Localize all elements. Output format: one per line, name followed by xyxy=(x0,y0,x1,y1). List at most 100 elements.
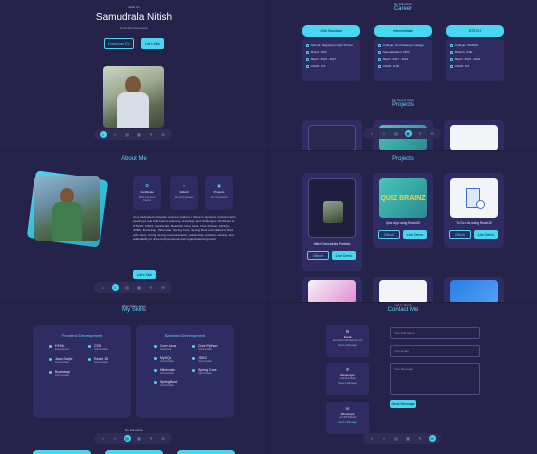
nav-contact-icon[interactable]: ✉ xyxy=(160,284,167,291)
about-bio: As a dedicated computer science student,… xyxy=(133,215,236,242)
github-button[interactable]: Github xyxy=(307,251,329,260)
project-thumb[interactable]: QUIZ BRAINZ xyxy=(379,178,427,218)
career-pill-0[interactable]: 10th Standard xyxy=(302,25,360,37)
career-pill-2[interactable]: BTECH xyxy=(446,25,504,37)
nav-skills-icon[interactable]: ✎ xyxy=(148,284,155,291)
skill-level: Experienced xyxy=(55,348,69,351)
career-item: Branch: CSE xyxy=(455,50,473,54)
nav-contact-icon[interactable]: ✉ xyxy=(160,131,167,138)
download-cv-button[interactable]: Download CV xyxy=(104,38,134,49)
message-textarea[interactable]: Your Message xyxy=(390,363,480,395)
nav-skills-icon[interactable]: ✎ xyxy=(417,435,424,442)
career-item: School: Nagarjuna High School xyxy=(311,43,353,47)
skill-level: Intermediate xyxy=(55,374,69,377)
nav-skills-icon[interactable]: ✎ xyxy=(417,130,424,137)
career-item: College: Sri Chaitanya College xyxy=(383,43,424,47)
check-icon xyxy=(192,369,195,372)
github-button[interactable]: Github xyxy=(378,230,400,239)
nav-home-icon[interactable]: ⌂ xyxy=(369,435,376,442)
check-icon xyxy=(378,43,381,47)
backend-title: Backend Development xyxy=(164,333,206,338)
nav-contact-icon[interactable]: ✉ xyxy=(428,435,436,442)
skill-level: Intermediate xyxy=(160,372,174,375)
check-icon xyxy=(154,357,157,360)
about-title: About Me xyxy=(121,156,147,162)
certificate-icon: ✪ xyxy=(145,183,149,188)
skills-title: My Skills xyxy=(122,307,146,313)
contact-card-whatsapp: ☏ WhatsApp +91 9876543210 Send a Message xyxy=(326,402,369,434)
nav-career-icon[interactable]: ▤ xyxy=(124,284,131,291)
nav-home-icon[interactable]: ⌂ xyxy=(100,435,107,442)
career-title: Career xyxy=(393,6,413,12)
skill-level: Advanced xyxy=(160,348,172,351)
name-input[interactable]: Your Full Name xyxy=(390,327,480,339)
nav-skills-icon[interactable]: ✎ xyxy=(148,131,155,138)
hero-greeting: Hello I'm xyxy=(128,5,140,9)
send-message-link[interactable]: Send a Message xyxy=(326,382,369,385)
nav-projects-icon[interactable]: ▦ xyxy=(136,435,143,442)
nav-career-icon[interactable]: ▤ xyxy=(123,435,131,442)
folder-icon: ▣ xyxy=(217,183,221,188)
send-message-button[interactable]: Send Message xyxy=(390,400,416,408)
skills-section: What Skills I Have My Skills Frontend De… xyxy=(0,303,268,454)
nav-home-icon[interactable]: ⌂ xyxy=(99,131,107,138)
career-item: Batch: 2019 - 2017 xyxy=(311,57,337,61)
check-icon xyxy=(450,43,453,47)
career-item: CGPA: 8.6 xyxy=(455,64,470,68)
about-photo xyxy=(34,176,100,241)
nav-projects-icon[interactable]: ▦ xyxy=(136,131,143,138)
live-demo-button[interactable]: Live Demo xyxy=(403,230,427,239)
nav-home-icon[interactable]: ⌂ xyxy=(369,130,376,137)
career-pill-1[interactable]: Intermediate xyxy=(374,25,432,37)
nav-about-icon[interactable]: ☺ xyxy=(112,435,119,442)
send-message-link[interactable]: Send a Message xyxy=(326,421,369,424)
check-icon xyxy=(378,50,381,54)
projects-title: Projects xyxy=(392,102,414,108)
project-card-3[interactable] xyxy=(302,277,362,302)
check-icon xyxy=(306,43,309,47)
bottom-nav: ⌂ ☺ ▤ ▦ ✎ ✉ xyxy=(94,433,172,444)
contact-title: Contact Me xyxy=(387,307,419,313)
career-item: Batch: 2019 - 2023 xyxy=(455,57,481,61)
email-input[interactable]: Your Email xyxy=(390,345,480,357)
nav-home-icon[interactable]: ⌂ xyxy=(100,284,107,291)
check-icon xyxy=(192,357,195,360)
live-demo-button[interactable]: Live Demo xyxy=(332,251,356,260)
skill-item: Core Python Intermediate xyxy=(192,344,230,351)
whatsapp-icon: ☏ xyxy=(344,406,350,411)
project-card-5[interactable] xyxy=(444,277,504,302)
live-demo-button[interactable]: Live Demo xyxy=(474,230,498,239)
project-card-0: Nitish Samudrala Portfolio Github Live D… xyxy=(302,173,362,271)
career-card-0: School: Nagarjuna High School Board: SSC… xyxy=(302,39,360,81)
about-card-sub: Web, Frontend Course xyxy=(138,196,156,202)
nav-about-icon[interactable]: ☺ xyxy=(381,130,388,137)
nav-about-icon[interactable]: ☺ xyxy=(381,435,388,442)
nav-contact-icon[interactable]: ✉ xyxy=(429,130,436,137)
nav-about-icon[interactable]: ☺ xyxy=(111,284,119,291)
skill-item: SpringBoot Intermediate xyxy=(154,380,192,387)
nav-career-icon[interactable]: ▤ xyxy=(124,131,131,138)
lets-talk-button[interactable]: Let's Talk xyxy=(141,38,164,49)
career-item: CGPA: 9.48 xyxy=(383,64,399,68)
nav-career-icon[interactable]: ▤ xyxy=(393,130,400,137)
skill-level: Intermediate xyxy=(94,361,108,364)
nav-career-icon[interactable]: ▤ xyxy=(393,435,400,442)
nav-about-icon[interactable]: ☺ xyxy=(112,131,119,138)
nav-contact-icon[interactable]: ✉ xyxy=(160,435,167,442)
project-thumb[interactable] xyxy=(308,178,356,238)
nav-projects-icon[interactable]: ▦ xyxy=(405,435,412,442)
project-thumb[interactable] xyxy=(450,178,498,218)
nav-projects-icon[interactable]: ▦ xyxy=(404,130,412,137)
contact-card-title: Email xyxy=(343,335,352,339)
send-message-link[interactable]: Send a Message xyxy=(326,344,369,347)
check-icon xyxy=(450,50,453,54)
project-card-preview-2[interactable] xyxy=(444,120,504,150)
about-lets-talk-button[interactable]: Let's Talk xyxy=(133,270,156,279)
nav-projects-icon[interactable]: ▦ xyxy=(136,284,143,291)
nav-skills-icon[interactable]: ✎ xyxy=(148,435,155,442)
skill-item: HTML Experienced xyxy=(49,344,88,351)
github-button[interactable]: Github xyxy=(449,230,471,239)
project-card-preview-0[interactable] xyxy=(302,120,362,150)
project-card-4[interactable] xyxy=(373,277,433,302)
backend-card: Backend Development Core Java Advanced Co… xyxy=(136,325,234,418)
